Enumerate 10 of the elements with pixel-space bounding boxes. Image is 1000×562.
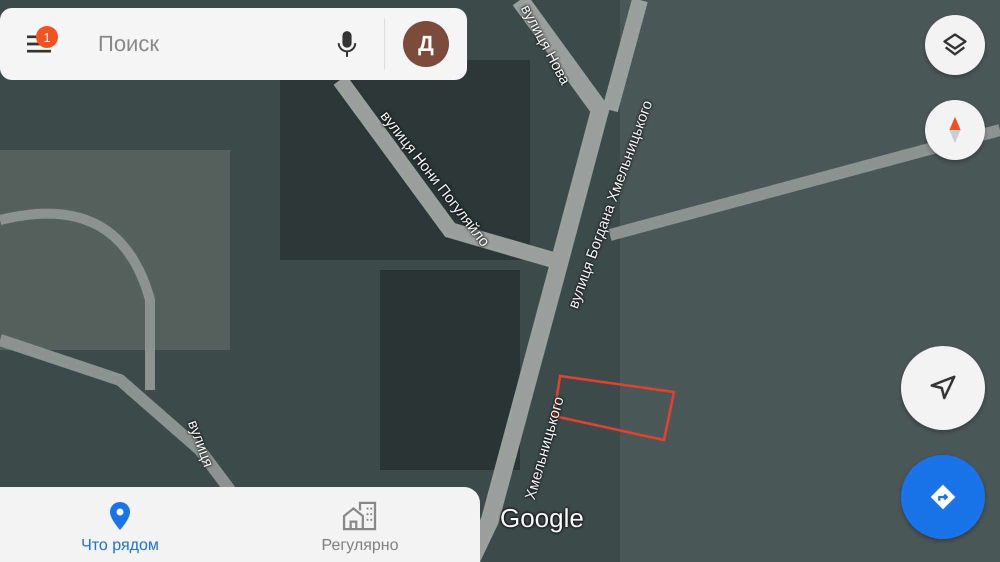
map-logo: Google: [500, 503, 584, 534]
microphone-icon[interactable]: [336, 29, 358, 59]
tab[interactable]: Регулярно: [240, 487, 480, 562]
tab[interactable]: Что рядом: [0, 487, 240, 562]
directions-icon: [928, 482, 958, 512]
avatar-button[interactable]: Д: [403, 21, 449, 67]
street-label: вулиця: [184, 418, 217, 470]
search-field[interactable]: 1 Поиск Д: [0, 8, 467, 80]
notification-badge: 1: [36, 26, 58, 48]
buildings-icon: [341, 501, 379, 531]
